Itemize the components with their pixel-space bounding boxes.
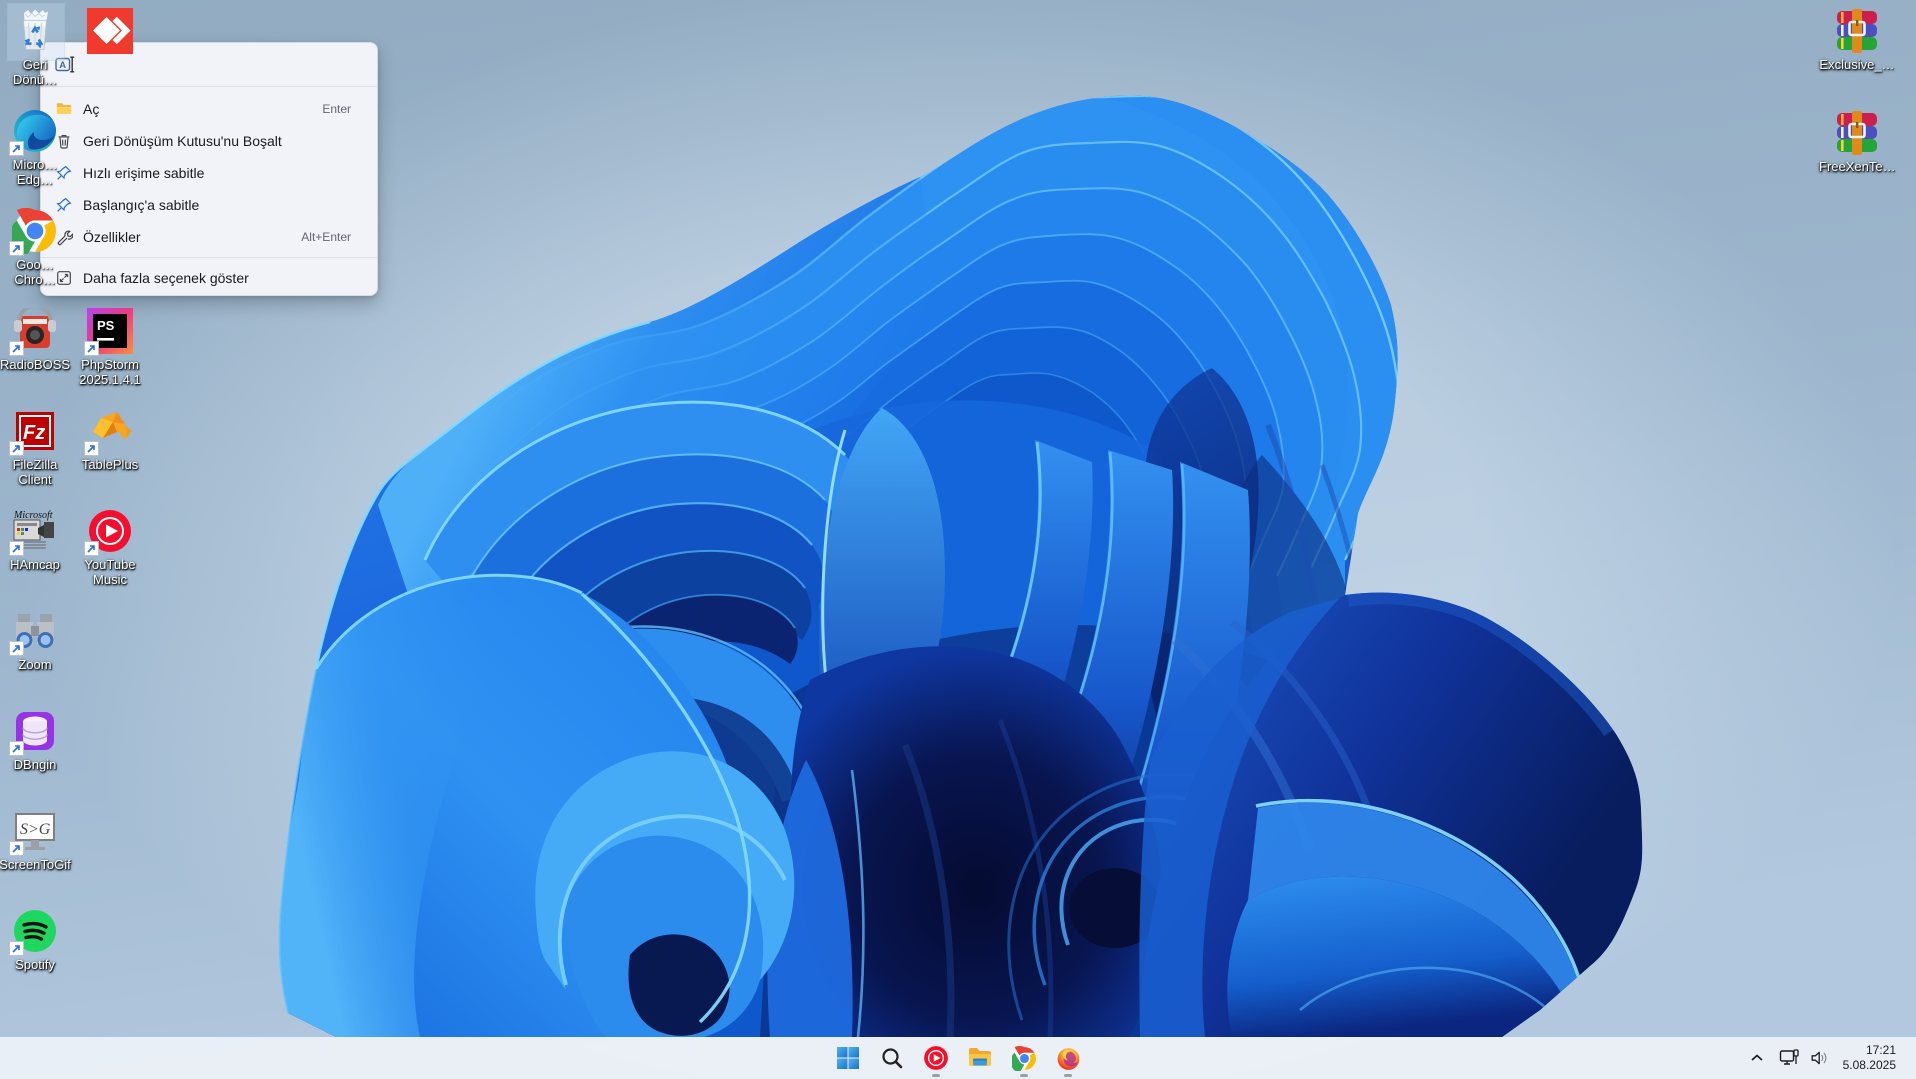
svg-text:S>G: S>G — [20, 821, 51, 838]
svg-text:PS: PS — [97, 318, 115, 333]
svg-text:Microsoft: Microsoft — [13, 510, 53, 521]
svg-text:Fz: Fz — [23, 422, 45, 444]
